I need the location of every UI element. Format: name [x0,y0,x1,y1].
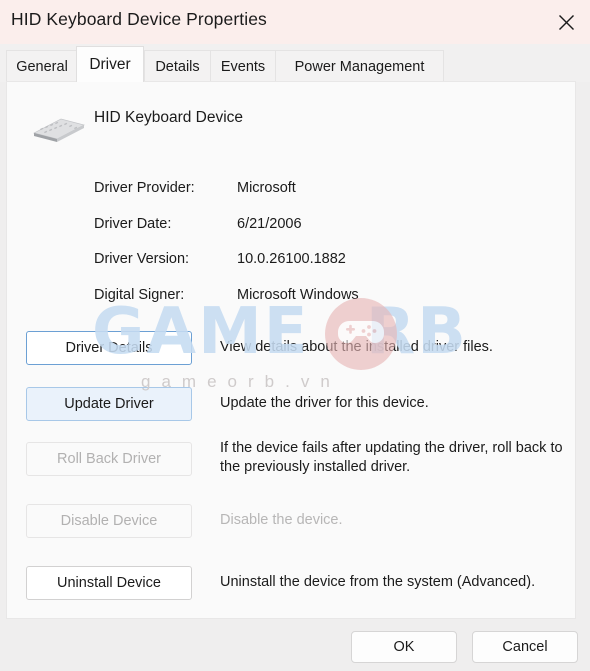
tab-driver[interactable]: Driver [76,46,144,82]
watermark-word-right: RB [365,295,468,369]
driver-tab-panel: GAMEORB gameorb.vn [6,81,576,619]
tab-label: General [16,58,68,75]
button-label: Update Driver [64,396,154,412]
tab-details[interactable]: Details [144,50,211,82]
window-titlebar: HID Keyboard Device Properties [0,0,590,44]
digital-signer-label: Digital Signer: [94,287,185,303]
roll-back-driver-button: Roll Back Driver [26,442,192,476]
tab-general[interactable]: General [6,50,78,82]
button-label: Cancel [502,639,548,655]
device-properties-window: HID Keyboard Device Properties General D… [0,0,590,671]
cancel-button[interactable]: Cancel [472,631,578,663]
tab-strip: General Driver Details Events Power Mana… [0,44,590,82]
update-driver-description: Update the driver for this device. [220,395,429,411]
close-icon[interactable] [542,0,590,44]
tab-label: Power Management [294,58,425,75]
driver-version-label: Driver Version: [94,251,190,267]
dialog-footer: OK Cancel [0,620,590,671]
window-title: HID Keyboard Device Properties [11,9,267,29]
uninstall-device-description: Uninstall the device from the system (Ad… [220,574,536,590]
driver-provider-label: Driver Provider: [94,180,195,196]
uninstall-device-button[interactable]: Uninstall Device [26,566,192,600]
update-driver-button[interactable]: Update Driver [26,387,192,421]
tab-label: Driver [89,55,131,73]
button-label: Disable Device [60,513,158,529]
driver-details-description: View details about the installed driver … [220,339,493,355]
ok-button[interactable]: OK [351,631,457,663]
tab-label: Details [155,58,200,75]
keyboard-icon [29,110,87,150]
gamepad-icon [325,298,397,370]
tab-power-management[interactable]: Power Management [275,50,444,82]
driver-date-label: Driver Date: [94,216,172,232]
roll-back-driver-description: If the device fails after updating the d… [220,440,563,475]
button-label: Driver Details [65,340,153,356]
button-label: Roll Back Driver [57,451,161,467]
device-name: HID Keyboard Device [94,109,244,126]
driver-date-value: 6/21/2006 [237,216,302,232]
watermark-word-middle: E [263,295,310,369]
button-label: Uninstall Device [57,575,161,591]
tab-events[interactable]: Events [210,50,276,82]
driver-provider-value: Microsoft [237,180,296,196]
digital-signer-value: Microsoft Windows [237,287,359,303]
driver-details-button[interactable]: Driver Details [26,331,192,365]
button-label: OK [393,639,415,655]
disable-device-description: Disable the device. [220,512,343,528]
tab-label: Events [220,58,266,75]
driver-version-value: 10.0.26100.1882 [237,251,346,267]
disable-device-button: Disable Device [26,504,192,538]
